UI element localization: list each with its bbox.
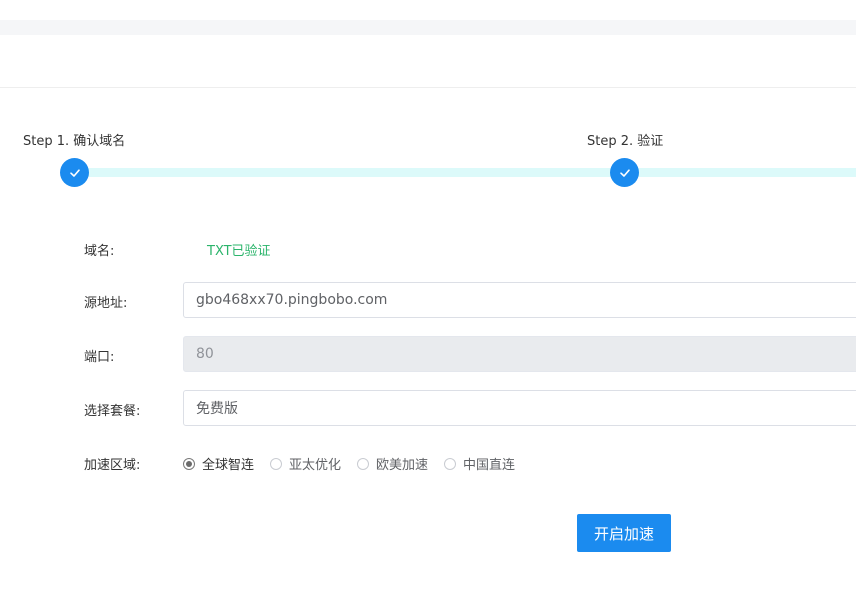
check-icon: [619, 168, 630, 177]
region-radio-global[interactable]: 全球智连: [183, 454, 254, 473]
domain-verified-status: TXT已验证: [207, 244, 271, 259]
region-radio-label: 亚太优化: [289, 458, 342, 473]
domain-label: 域名:: [84, 244, 115, 259]
header-divider: [0, 87, 856, 88]
region-radio-group: 全球智连 亚太优化 欧美加速 中国直连: [183, 454, 531, 473]
plan-label: 选择套餐:: [84, 404, 141, 419]
step-progress-track: [75, 168, 856, 177]
source-address-label: 源地址:: [84, 296, 128, 311]
region-radio-euus[interactable]: 欧美加速: [357, 454, 428, 473]
top-strip: [0, 20, 856, 35]
port-label: 端口:: [84, 350, 115, 365]
region-label: 加速区域:: [84, 458, 141, 473]
radio-unchecked-icon[interactable]: [357, 457, 370, 470]
region-radio-label: 中国直连: [463, 458, 516, 473]
check-icon: [69, 168, 80, 177]
start-acceleration-button[interactable]: 开启加速: [577, 514, 671, 552]
port-input: [183, 336, 856, 372]
step-2-label: Step 2. 验证: [587, 134, 664, 149]
step-2-indicator: [610, 158, 639, 187]
step-1-label: Step 1. 确认域名: [23, 134, 126, 149]
region-radio-apac[interactable]: 亚太优化: [270, 454, 341, 473]
radio-unchecked-icon[interactable]: [444, 457, 457, 470]
region-radio-china[interactable]: 中国直连: [444, 454, 515, 473]
radio-checked-icon[interactable]: [183, 457, 195, 470]
region-radio-label: 欧美加速: [376, 458, 429, 473]
radio-unchecked-icon[interactable]: [270, 457, 283, 470]
region-radio-label: 全球智连: [202, 458, 255, 473]
source-address-input[interactable]: [183, 282, 856, 318]
step-1-indicator: [60, 158, 89, 187]
plan-select[interactable]: [183, 390, 856, 426]
